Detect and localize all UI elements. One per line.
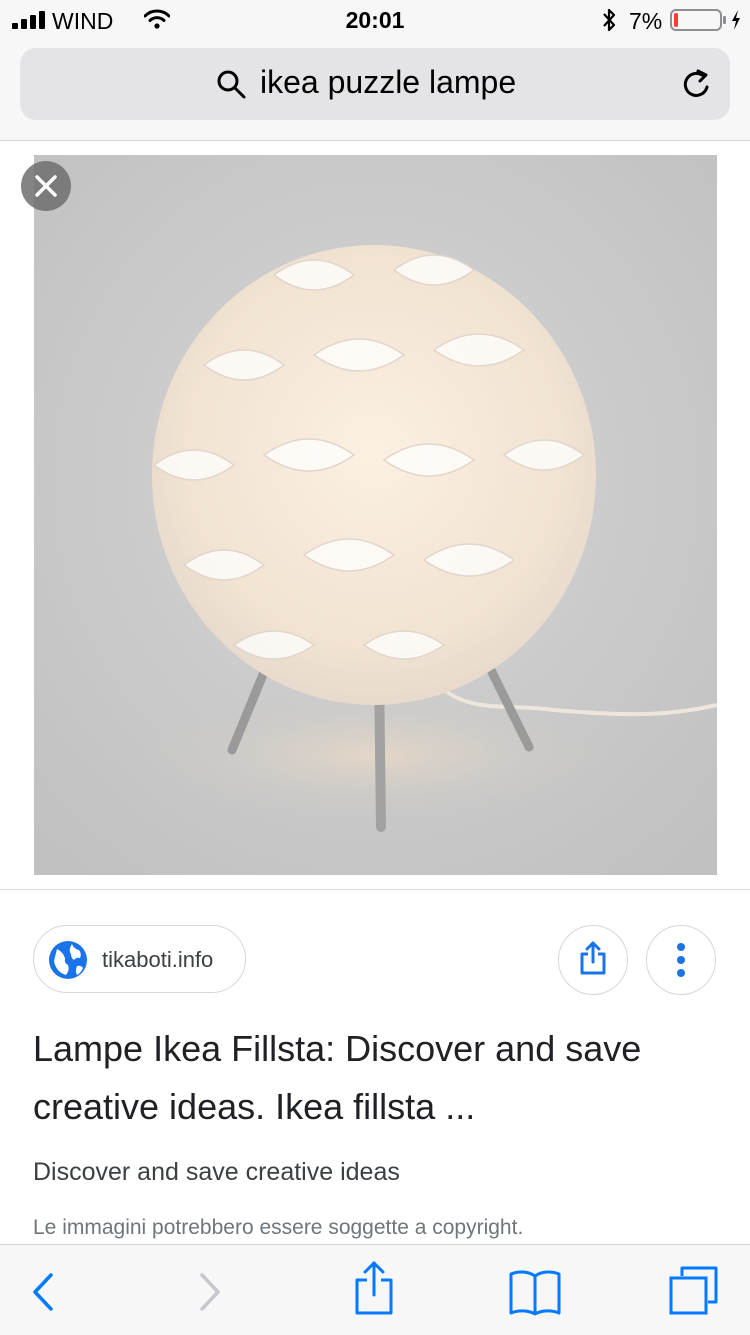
battery-percentage: 7% <box>629 8 663 34</box>
result-image[interactable] <box>34 155 717 875</box>
reload-icon[interactable] <box>680 68 714 102</box>
back-icon[interactable] <box>30 1272 56 1312</box>
result-title[interactable]: Lampe Ikea Fillsta: Discover and save cr… <box>33 1020 723 1136</box>
divider <box>0 889 750 890</box>
bookmarks-icon[interactable] <box>508 1268 562 1316</box>
close-icon <box>35 175 57 197</box>
source-domain[interactable]: tikaboti.info <box>102 947 213 973</box>
close-button[interactable] <box>21 161 71 211</box>
battery-fill <box>674 13 679 27</box>
copyright-notice: Le immagini potrebbero essere soggette a… <box>33 1216 524 1239</box>
bluetooth-icon <box>603 8 616 32</box>
forward-icon[interactable] <box>197 1272 223 1312</box>
tabs-icon[interactable] <box>668 1264 720 1316</box>
charging-icon <box>732 10 740 30</box>
result-subtitle: Discover and save creative ideas <box>33 1158 400 1186</box>
battery-icon <box>670 9 726 31</box>
globe-icon <box>49 941 87 979</box>
search-icon <box>217 70 246 99</box>
share-icon <box>580 941 606 975</box>
share-icon[interactable] <box>354 1260 394 1316</box>
address-text[interactable]: ikea puzzle lampe <box>260 64 516 101</box>
more-vertical-icon <box>677 943 685 977</box>
